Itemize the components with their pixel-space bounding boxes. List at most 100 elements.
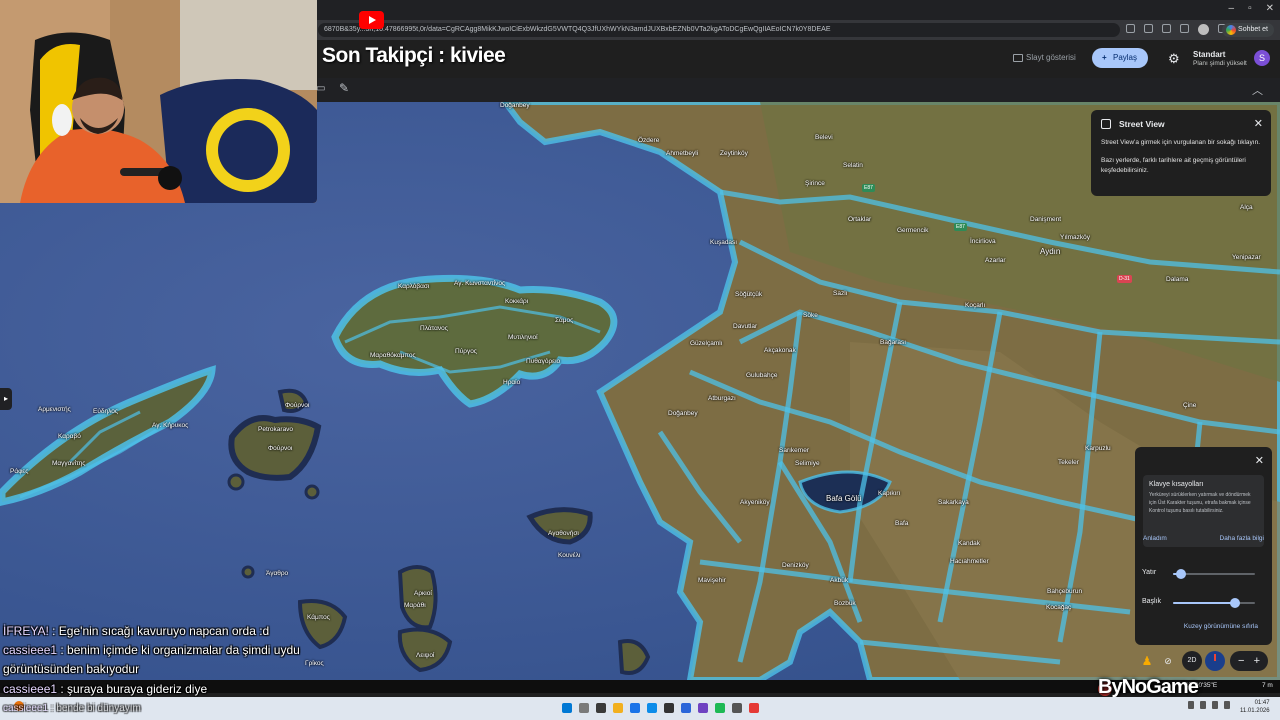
- screen: – ▫ ✕ 6870B&35y...3h,10.47866995t,0r/dat…: [0, 0, 1280, 720]
- map-label: Κουνέλι: [558, 552, 581, 559]
- map-label: Akçakonak: [764, 347, 796, 354]
- map-label: Μαράθι: [404, 602, 426, 609]
- start-icon[interactable]: [562, 703, 572, 713]
- road-shield: D-31: [1117, 275, 1132, 283]
- map-label: Doğanbey: [668, 410, 698, 417]
- settings-gear-icon[interactable]: ⚙: [1168, 51, 1180, 67]
- hide-imagery-icon[interactable]: ⊘: [1158, 651, 1178, 671]
- minimize-button[interactable]: –: [1229, 3, 1235, 14]
- map-label: Tekeler: [1058, 459, 1079, 466]
- map-label: Μαγγανίτης: [52, 460, 86, 467]
- panel-toggle-icon[interactable]: ▭: [316, 83, 325, 94]
- got-it-link[interactable]: Anladım: [1143, 535, 1167, 542]
- tilt-slider-knob[interactable]: [1176, 569, 1187, 579]
- stream-title: Son Takipçi : kiviee: [322, 44, 506, 67]
- pegman-icon[interactable]: ♟: [1137, 651, 1157, 671]
- map-label: Καραβό: [58, 433, 81, 440]
- map-label: Akyeniköy: [740, 499, 770, 506]
- map-label: Αγ. Κήρυκος: [152, 422, 189, 429]
- spotify-icon[interactable]: [715, 703, 725, 713]
- chat-message: görüntüsünden bakıyodur: [3, 662, 139, 676]
- clock-time: 01:47: [1254, 700, 1270, 706]
- earth-toolbar: [318, 78, 1280, 102]
- profile-avatar[interactable]: [1198, 24, 1209, 35]
- toggle-2d-button[interactable]: 2D: [1182, 651, 1202, 671]
- map-label: Kandak: [958, 540, 981, 547]
- app-icon[interactable]: [698, 703, 708, 713]
- extensions-icon[interactable]: [1162, 24, 1171, 33]
- zoom-in-button[interactable]: +: [1254, 655, 1260, 667]
- map-label: Sakarkaya: [938, 499, 969, 506]
- plan-upgrade-link[interactable]: Planı şimdi yükselt: [1193, 60, 1247, 67]
- reset-north-link[interactable]: Kuzey görünümüne sıfırla: [1184, 623, 1258, 630]
- zoom-out-button[interactable]: −: [1238, 655, 1244, 667]
- tray-chevron-icon[interactable]: [1188, 701, 1194, 709]
- compass-icon[interactable]: [1205, 651, 1225, 671]
- map-label: Bafa Gölü: [826, 494, 862, 503]
- measure-tool-icon[interactable]: ✎: [339, 81, 349, 95]
- taskbar-clock[interactable]: 01:47 11.01.2026: [1240, 699, 1270, 715]
- map-label: Danişment: [1030, 216, 1062, 223]
- map-label: Söke: [803, 312, 818, 319]
- task-view-icon[interactable]: [596, 703, 606, 713]
- heading-slider[interactable]: [1173, 598, 1255, 608]
- bookmark-star-icon[interactable]: [1144, 24, 1153, 33]
- account-avatar[interactable]: S: [1254, 50, 1270, 66]
- road-shield: E87: [954, 223, 967, 231]
- network-icon[interactable]: [1200, 701, 1206, 709]
- youtube-logo-icon: [359, 11, 384, 29]
- close-window-button[interactable]: ✕: [1266, 3, 1274, 14]
- map-label: Πυθαγόρειο: [526, 358, 561, 365]
- zoom-control: − +: [1230, 651, 1268, 671]
- map-label: Kocağaç: [1046, 604, 1072, 611]
- install-app-icon[interactable]: [1126, 24, 1135, 33]
- app-icon[interactable]: [681, 703, 691, 713]
- maximize-button[interactable]: ▫: [1248, 3, 1252, 14]
- map-label: Yenipazar: [1232, 254, 1261, 261]
- map-label: Petrokaravo: [258, 426, 294, 433]
- view-controls-panel: ✕ Klavye kısayolları Yerküreyi sürüklerk…: [1135, 447, 1272, 645]
- file-explorer-icon[interactable]: [613, 703, 623, 713]
- stream-watermark: ByNoGame: [1098, 676, 1199, 698]
- url-field[interactable]: 6870B&35y...3h,10.47866995t,0r/data=CgRC…: [318, 23, 1120, 37]
- map-label: Καρλόβασι: [398, 283, 430, 290]
- map-label: Ηραίο: [503, 379, 521, 386]
- favorites-icon[interactable]: [1180, 24, 1189, 33]
- map-label: Hacıahmetler: [950, 558, 989, 565]
- map-label: Karpuzlu: [1085, 445, 1111, 452]
- close-icon[interactable]: ✕: [1254, 117, 1263, 130]
- chat-user: İFREYA!: [3, 624, 49, 638]
- volume-icon[interactable]: [1212, 701, 1218, 709]
- map-label: Selatin: [843, 162, 863, 169]
- webcam-overlay: [0, 0, 317, 203]
- chevron-up-icon[interactable]: ︿: [1252, 82, 1263, 98]
- edge-icon[interactable]: [647, 703, 657, 713]
- app-icon[interactable]: [749, 703, 759, 713]
- taskbar-apps: [562, 703, 759, 713]
- keyboard-shortcuts-links: Anladım Daha fazla bilgi: [1143, 535, 1264, 542]
- heading-slider-knob[interactable]: [1229, 598, 1240, 608]
- chat-message: cassieee1 : benim içimde ki organizmalar…: [3, 643, 300, 657]
- close-icon[interactable]: ✕: [1255, 454, 1264, 467]
- map-label: Αγ. Κωνσταντίνος: [454, 280, 506, 287]
- side-panel-toggle[interactable]: ▸: [0, 388, 12, 410]
- road-shield: E87: [862, 184, 875, 192]
- chat-button[interactable]: Sohbet et: [1222, 23, 1274, 37]
- chat-user: cassieee1: [3, 643, 58, 657]
- learn-more-link[interactable]: Daha fazla bilgi: [1220, 535, 1264, 542]
- app-icon[interactable]: [732, 703, 742, 713]
- share-button[interactable]: Paylaş: [1092, 48, 1148, 68]
- map-label: Κάμπος: [307, 614, 330, 621]
- app-icon[interactable]: [630, 703, 640, 713]
- map-label: Şirince: [805, 180, 825, 187]
- street-view-text-2: Bazı yerlerde, farklı tarihlere ait geçm…: [1101, 157, 1246, 174]
- slideshow-button[interactable]: Slayt gösterisi: [1006, 48, 1084, 68]
- app-icon[interactable]: [664, 703, 674, 713]
- map-label: Γρίκος: [305, 660, 324, 667]
- tilt-slider[interactable]: [1173, 569, 1255, 579]
- map-label: Μυτιληνιοί: [508, 334, 538, 341]
- search-icon[interactable]: [579, 703, 589, 713]
- map-label: Μαραθόκαμπος: [370, 352, 416, 359]
- battery-icon[interactable]: [1224, 701, 1230, 709]
- map-label: Aydın: [1040, 247, 1061, 256]
